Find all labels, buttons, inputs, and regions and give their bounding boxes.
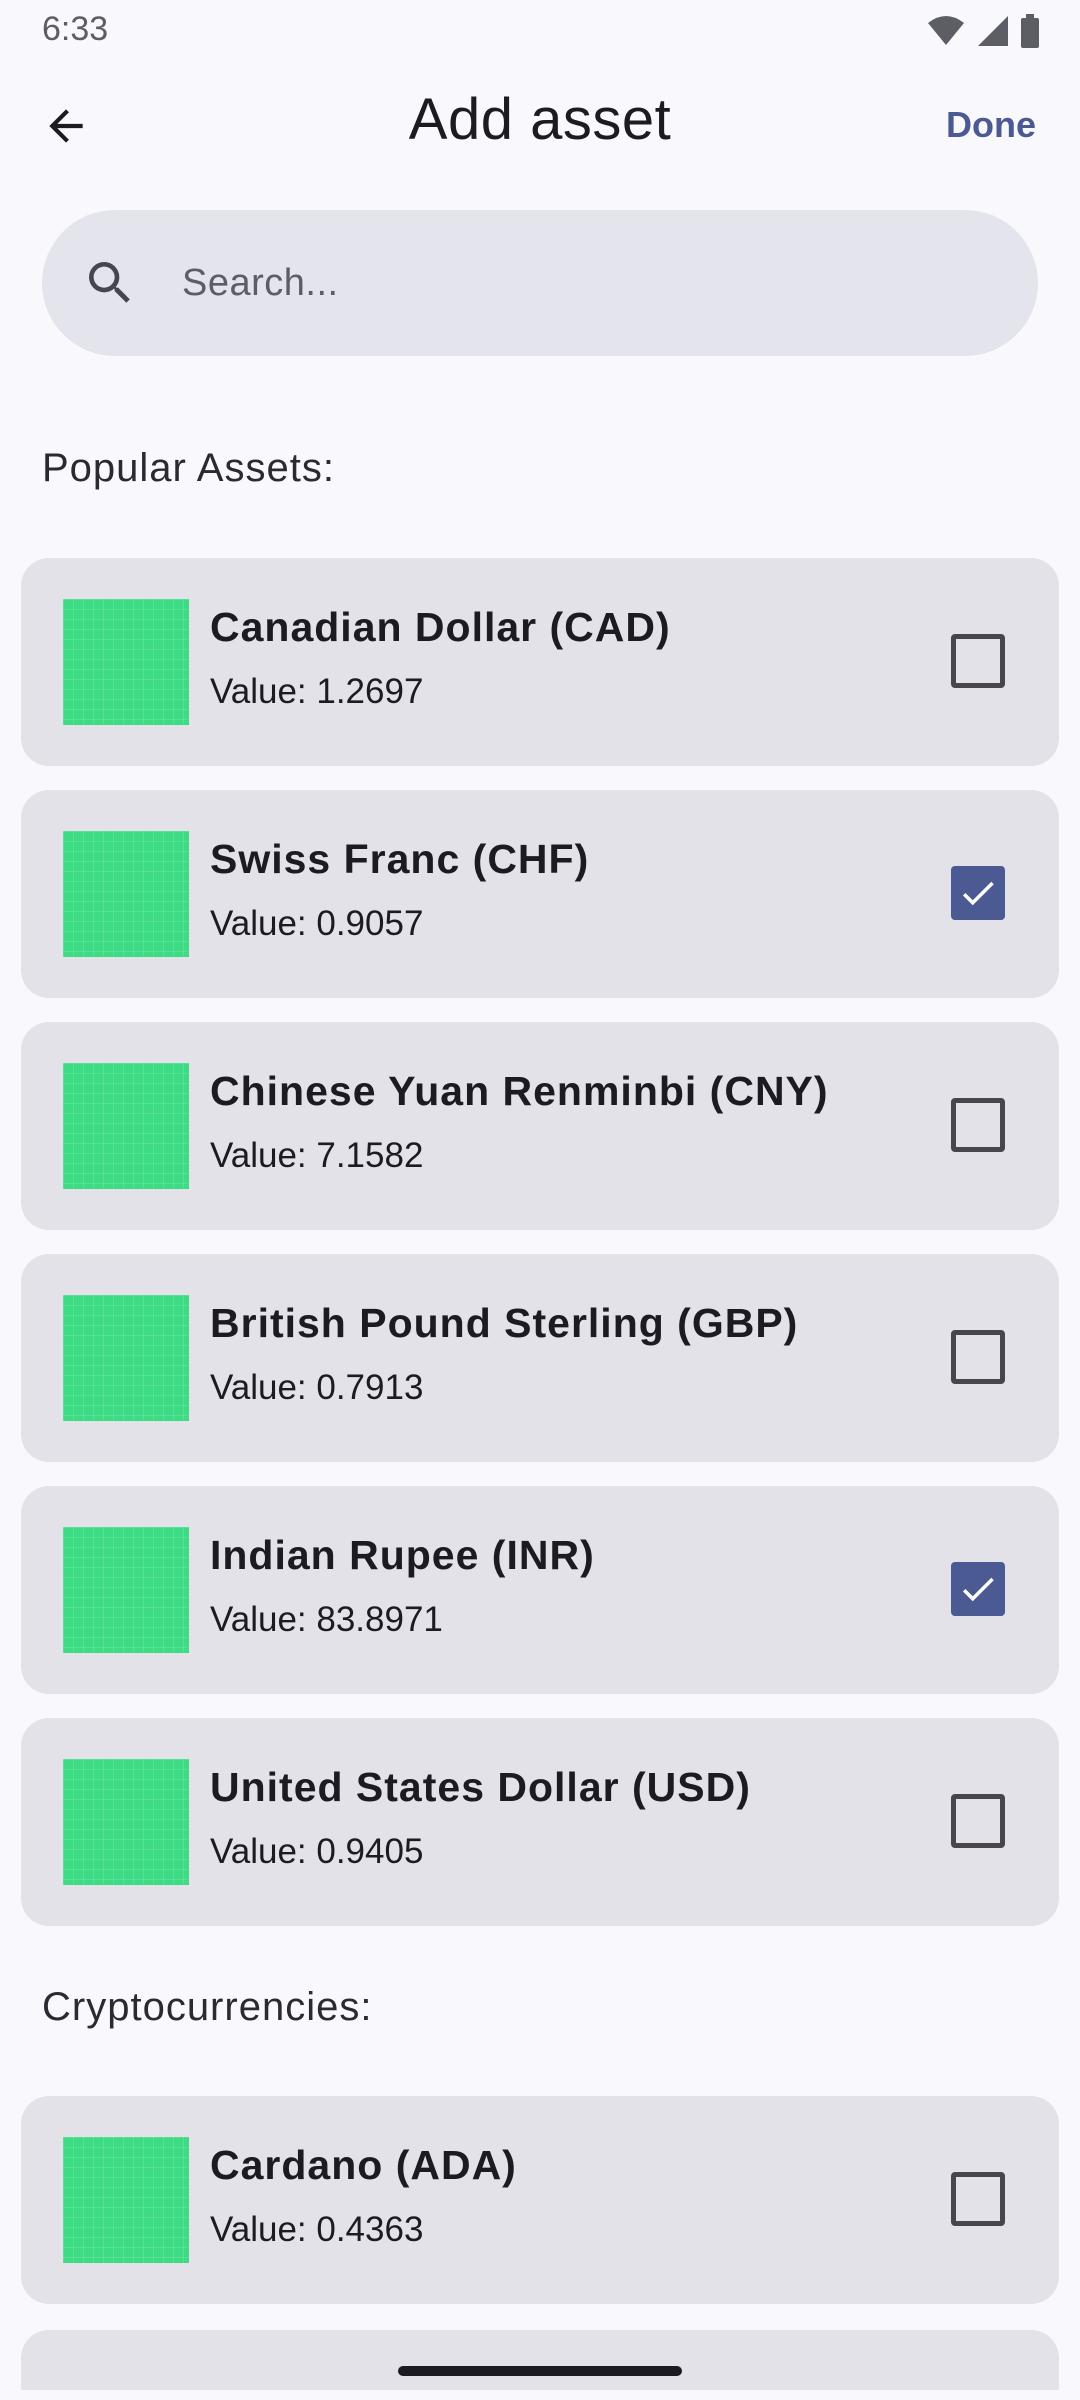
search-icon <box>80 253 140 313</box>
asset-name: Canadian Dollar (CAD) <box>210 604 671 650</box>
wifi-icon <box>928 16 964 45</box>
asset-checkbox[interactable] <box>951 2172 1005 2226</box>
asset-checkbox[interactable] <box>951 1330 1005 1384</box>
asset-value: Value: 83.8971 <box>210 1600 443 1639</box>
asset-card-partial[interactable] <box>21 2330 1059 2390</box>
asset-name: British Pound Sterling (GBP) <box>210 1300 799 1346</box>
section-label-crypto: Cryptocurrencies: <box>42 1985 373 2029</box>
asset-name: Swiss Franc (CHF) <box>210 836 590 882</box>
section-label-popular: Popular Assets: <box>42 446 335 490</box>
search-input[interactable] <box>182 261 982 305</box>
asset-value: Value: 0.9405 <box>210 1832 424 1871</box>
asset-card[interactable]: Swiss Franc (CHF) Value: 0.9057 <box>21 790 1059 998</box>
asset-name: Chinese Yuan Renminbi (CNY) <box>210 1068 829 1114</box>
asset-name: United States Dollar (USD) <box>210 1764 751 1810</box>
asset-thumbnail <box>63 1759 189 1885</box>
status-icons <box>926 14 1040 48</box>
asset-card[interactable]: Chinese Yuan Renminbi (CNY) Value: 7.158… <box>21 1022 1059 1230</box>
asset-value: Value: 0.4363 <box>210 2210 424 2249</box>
asset-thumbnail <box>63 1295 189 1421</box>
asset-value: Value: 0.9057 <box>210 904 424 943</box>
app-bar: Add asset Done <box>0 64 1080 188</box>
page-title: Add asset <box>408 87 672 152</box>
asset-thumbnail <box>63 831 189 957</box>
asset-name: Cardano (ADA) <box>210 2142 517 2188</box>
asset-thumbnail <box>63 1063 189 1189</box>
asset-value: Value: 7.1582 <box>210 1136 424 1175</box>
asset-card[interactable]: Canadian Dollar (CAD) Value: 1.2697 <box>21 558 1059 766</box>
asset-name: Indian Rupee (INR) <box>210 1532 595 1578</box>
check-icon <box>962 1577 994 1602</box>
asset-card[interactable]: British Pound Sterling (GBP) Value: 0.79… <box>21 1254 1059 1462</box>
asset-thumbnail <box>63 599 189 725</box>
status-time: 6:33 <box>42 10 109 48</box>
gesture-nav-handle[interactable] <box>398 2366 682 2376</box>
asset-value: Value: 0.7913 <box>210 1368 424 1407</box>
asset-checkbox[interactable] <box>951 1562 1005 1616</box>
battery-icon <box>1021 14 1039 48</box>
signal-icon <box>978 16 1008 46</box>
asset-card[interactable]: Indian Rupee (INR) Value: 83.8971 <box>21 1486 1059 1694</box>
asset-value: Value: 1.2697 <box>210 672 424 711</box>
asset-checkbox[interactable] <box>951 866 1005 920</box>
asset-card[interactable]: United States Dollar (USD) Value: 0.9405 <box>21 1718 1059 1926</box>
asset-checkbox[interactable] <box>951 1098 1005 1152</box>
status-bar: 6:33 <box>0 0 1080 64</box>
asset-thumbnail <box>63 2137 189 2263</box>
asset-card[interactable]: Cardano (ADA) Value: 0.4363 <box>21 2096 1059 2304</box>
asset-checkbox[interactable] <box>951 634 1005 688</box>
search-bar[interactable] <box>42 210 1038 356</box>
done-button[interactable]: Done <box>946 104 1036 146</box>
asset-thumbnail <box>63 1527 189 1653</box>
asset-checkbox[interactable] <box>951 1794 1005 1848</box>
check-icon <box>962 881 994 906</box>
